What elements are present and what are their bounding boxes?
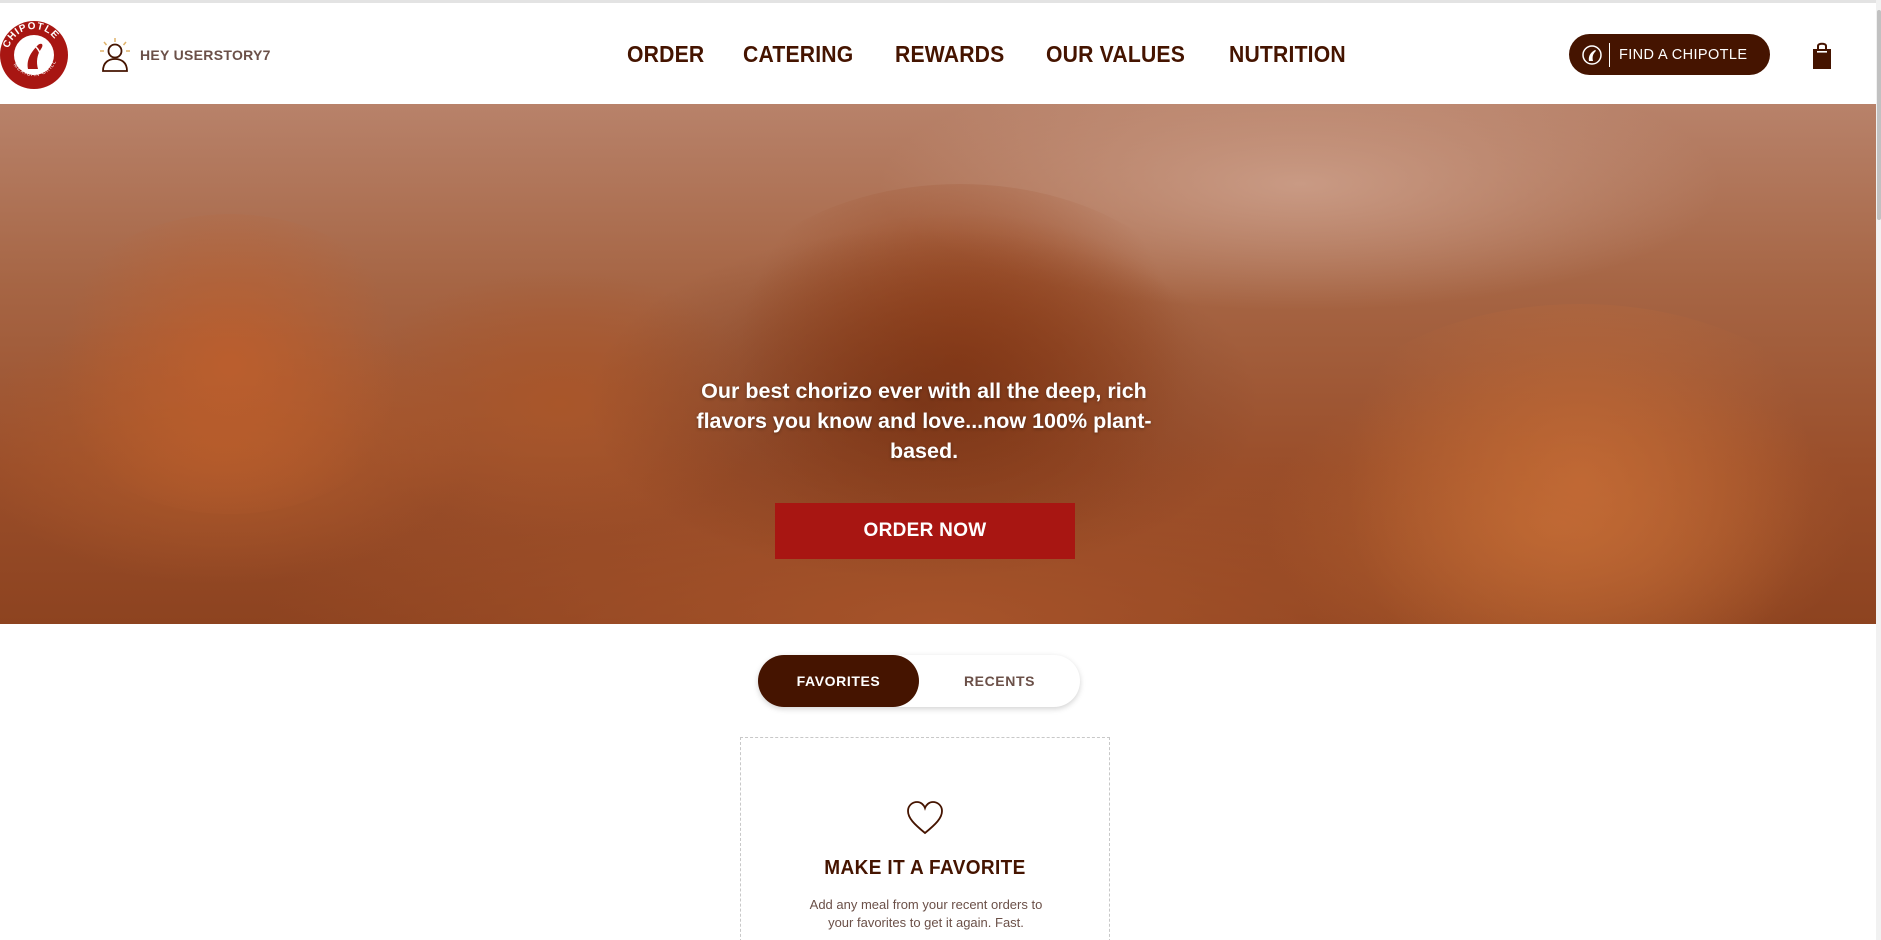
find-button-label: FIND A CHIPOTLE <box>1619 46 1748 63</box>
nav-catering[interactable]: CATERING <box>743 41 853 68</box>
tab-recents[interactable]: RECENTS <box>919 655 1080 707</box>
nav-our-values[interactable]: OUR VALUES <box>1046 41 1185 68</box>
card-title: MAKE IT A FAVORITE <box>824 857 1026 879</box>
pepper-icon <box>1582 44 1602 65</box>
find-a-chipotle-button[interactable]: FIND A CHIPOTLE <box>1569 34 1770 75</box>
divider <box>1609 42 1610 67</box>
order-now-button[interactable]: ORDER NOW <box>775 503 1075 559</box>
user-account[interactable]: HEY USERSTORY7 <box>98 37 271 73</box>
user-greeting: HEY USERSTORY7 <box>140 47 271 63</box>
user-icon <box>100 38 130 72</box>
shopping-bag-icon[interactable] <box>1810 41 1834 71</box>
nav-rewards[interactable]: REWARDS <box>895 41 1004 68</box>
favorites-recents-toggle: FAVORITES RECENTS <box>758 655 1080 707</box>
heart-icon <box>907 801 943 835</box>
main-nav: ORDER CATERING REWARDS OUR VALUES NUTRIT… <box>627 41 1388 68</box>
tab-favorites[interactable]: FAVORITES <box>758 655 919 707</box>
nav-nutrition[interactable]: NUTRITION <box>1229 41 1346 68</box>
site-header: CHIPOTLE MEXICAN GRILL HEY USERSTORY7 OR… <box>0 3 1876 104</box>
nav-order[interactable]: ORDER <box>627 41 704 68</box>
favorite-empty-card: MAKE IT A FAVORITE Add any meal from you… <box>740 737 1110 940</box>
chipotle-logo[interactable]: CHIPOTLE MEXICAN GRILL <box>0 15 70 95</box>
card-description: Add any meal from your recent orders to … <box>809 897 1043 930</box>
scrollbar-thumb[interactable] <box>1877 10 1881 220</box>
hero-headline: Our best chorizo ever with all the deep,… <box>696 379 1152 463</box>
